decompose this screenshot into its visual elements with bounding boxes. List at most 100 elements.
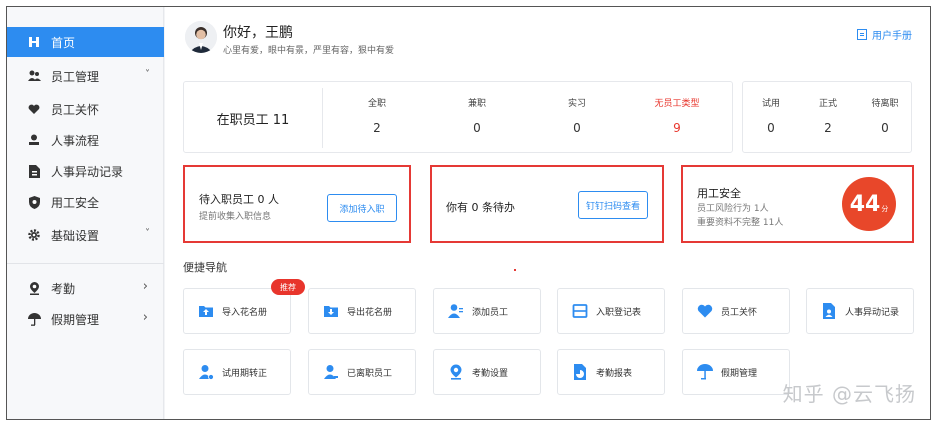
- pending-onboard-title: 待入职员工 0 人: [199, 193, 279, 206]
- tile-probation-convert[interactable]: 试用期转正: [183, 349, 291, 395]
- sidebar-item-label: 考勤: [51, 281, 76, 296]
- stat-value: 0: [881, 121, 889, 135]
- todo-title: 你有 0 条待办: [446, 201, 515, 214]
- employee-stats-panel: 在职员工 11 全职 2 兼职 0 实习 0 无员工类型 9: [183, 81, 733, 153]
- user-manual-link[interactable]: 用户手册: [857, 27, 912, 42]
- stat-value: 2: [373, 121, 381, 135]
- tile-label: 已离职员工: [347, 368, 393, 379]
- chevron-down-icon: ˅: [145, 228, 150, 239]
- tile-import-roster[interactable]: 导入花名册: [183, 288, 291, 334]
- sidebar-item-label: 员工管理: [51, 69, 100, 84]
- tile-onboard-form[interactable]: 入职登记表: [557, 288, 665, 334]
- stat-parttime[interactable]: 兼职 0: [442, 96, 512, 135]
- red-dot: [514, 269, 516, 271]
- stat-label: 全职: [367, 99, 386, 109]
- tile-attendance-report[interactable]: 考勤报表: [557, 349, 665, 395]
- sidebar: 首页 员工管理 ˅ 员工关怀 人事流程 人事异动记录 用工安全 基础设置 ˅ 考…: [7, 7, 164, 419]
- location-icon: [450, 364, 462, 380]
- sidebar-divider: [7, 263, 164, 264]
- stat-no-type[interactable]: 无员工类型 9: [642, 96, 712, 135]
- tile-label: 假期管理: [721, 368, 758, 379]
- export-icon: [324, 306, 338, 317]
- safety-score-unit: 分: [881, 205, 889, 213]
- safety-score-value: 44: [849, 191, 881, 217]
- tile-add-employee[interactable]: 添加员工: [433, 288, 541, 334]
- main-content: 你好，王鹏 心里有爱，眼中有景，严里有容，狠中有爱 用户手册 在职员工 11 全…: [165, 7, 930, 419]
- add-user-icon: [448, 304, 463, 318]
- tile-resigned-employees[interactable]: 已离职员工: [308, 349, 416, 395]
- tile-label: 导入花名册: [222, 307, 268, 318]
- stat-value: 0: [573, 121, 581, 135]
- stat-value: 0: [473, 121, 481, 135]
- tile-export-roster[interactable]: 导出花名册: [308, 288, 416, 334]
- book-icon: [857, 29, 867, 40]
- tile-employee-care[interactable]: 员工关怀: [682, 288, 790, 334]
- sidebar-item-leave[interactable]: 假期管理 ›: [7, 304, 164, 334]
- dingtalk-scan-button[interactable]: 钉钉扫码查看: [578, 191, 648, 219]
- user-manual-label: 用户手册: [872, 31, 912, 42]
- greeting-motto: 心里有爱，眼中有景，严里有容，狠中有爱: [223, 46, 395, 56]
- stat-label: 正式: [818, 99, 837, 109]
- sidebar-item-label: 人事流程: [51, 133, 100, 148]
- document-icon: [823, 303, 835, 319]
- shield-icon: [27, 195, 41, 209]
- stat-label: 无员工类型: [654, 99, 700, 109]
- risk-behavior-text: 员工风险行为 1人: [697, 204, 769, 214]
- tile-attendance-settings[interactable]: 考勤设置: [433, 349, 541, 395]
- incomplete-docs-text: 重要资料不完整 11人: [697, 218, 784, 228]
- umbrella-icon: [697, 364, 713, 380]
- heart-icon: [27, 102, 41, 116]
- umbrella-icon: [27, 312, 41, 326]
- sidebar-item-attendance[interactable]: 考勤 ›: [7, 273, 164, 303]
- work-safety-card[interactable]: 用工安全 员工风险行为 1人 重要资料不完整 11人 44 分: [681, 165, 914, 243]
- form-icon: [572, 304, 588, 318]
- stat-value: 2: [824, 121, 832, 135]
- employee-status-panel: 试用 0 正式 2 待离职 0: [742, 81, 912, 153]
- active-employees-total[interactable]: 在职员工 11: [184, 82, 322, 154]
- stat-intern[interactable]: 实习 0: [542, 96, 612, 135]
- user-check-icon: [199, 365, 214, 380]
- tile-label: 入职登记表: [596, 307, 642, 318]
- tile-label: 导出花名册: [347, 307, 393, 318]
- sidebar-item-home[interactable]: 首页: [7, 27, 164, 57]
- tile-label: 考勤设置: [472, 368, 509, 379]
- heart-icon: [697, 304, 713, 318]
- sidebar-item-label: 假期管理: [51, 312, 100, 327]
- todo-card: 你有 0 条待办 钉钉扫码查看: [430, 165, 664, 243]
- users-icon: [27, 69, 41, 83]
- sidebar-item-safety[interactable]: 用工安全: [7, 187, 164, 217]
- quick-nav-title: 便捷导航: [183, 261, 227, 274]
- import-icon: [199, 306, 213, 317]
- sidebar-item-label: 用工安全: [51, 195, 100, 210]
- safety-score-badge: 44 分: [842, 177, 896, 231]
- stat-label: 实习: [567, 99, 586, 109]
- watermark: 知乎 @云飞扬: [782, 382, 916, 406]
- stat-label: 兼职: [467, 99, 486, 109]
- stat-fulltime[interactable]: 全职 2: [342, 96, 412, 135]
- tile-leave-management[interactable]: 假期管理: [682, 349, 790, 395]
- stats-divider: [322, 88, 323, 148]
- app-window: 首页 员工管理 ˅ 员工关怀 人事流程 人事异动记录 用工安全 基础设置 ˅ 考…: [6, 6, 931, 420]
- avatar[interactable]: [185, 21, 217, 53]
- location-icon: [27, 281, 41, 295]
- add-pending-onboard-button[interactable]: 添加待入职: [327, 194, 397, 222]
- tile-label: 试用期转正: [222, 368, 268, 379]
- work-safety-title: 用工安全: [697, 187, 741, 200]
- report-icon: [574, 364, 586, 380]
- sidebar-item-label: 首页: [51, 35, 76, 50]
- stat-leaving[interactable]: 待离职 0: [857, 96, 913, 135]
- gear-icon: [27, 228, 41, 242]
- sidebar-item-staff[interactable]: 员工管理 ˅: [7, 61, 164, 91]
- sidebar-item-label: 基础设置: [51, 228, 100, 243]
- tile-change-records[interactable]: 人事异动记录: [806, 288, 914, 334]
- user-leave-icon: [324, 365, 338, 379]
- sidebar-item-change-records[interactable]: 人事异动记录: [7, 156, 164, 186]
- stat-regular[interactable]: 正式 2: [800, 96, 856, 135]
- sidebar-item-hr-flow[interactable]: 人事流程: [7, 125, 164, 155]
- greeting-title: 你好，王鹏: [223, 25, 293, 41]
- sidebar-item-care[interactable]: 员工关怀: [7, 94, 164, 124]
- sidebar-item-label: 员工关怀: [51, 102, 100, 117]
- sidebar-item-settings[interactable]: 基础设置 ˅: [7, 220, 164, 250]
- stat-probation[interactable]: 试用 0: [743, 96, 799, 135]
- tile-label: 添加员工: [472, 307, 509, 318]
